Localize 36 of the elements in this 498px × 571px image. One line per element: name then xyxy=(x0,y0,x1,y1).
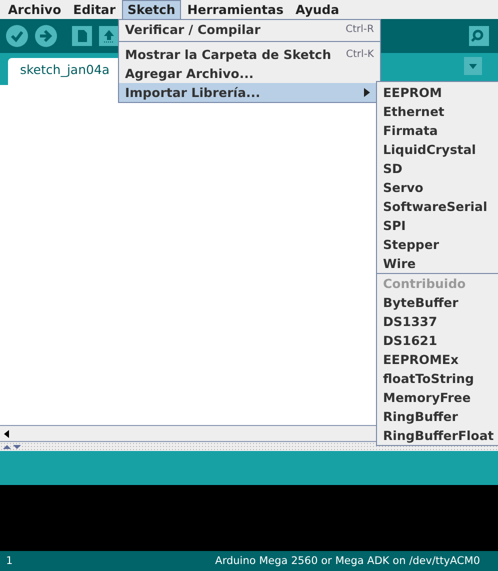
menu-item[interactable]: Ethernet xyxy=(377,102,498,121)
menu-item[interactable]: Mostrar la Carpeta de Sketch Ctrl-K xyxy=(119,45,380,64)
menu-item[interactable]: Wire xyxy=(377,254,498,273)
verify-icon[interactable] xyxy=(6,25,28,47)
menu-item[interactable]: EEPROM xyxy=(377,83,498,102)
menu-item[interactable]: DS1337 xyxy=(377,312,498,331)
menu-item[interactable]: LiquidCrystal xyxy=(377,140,498,159)
menu-item[interactable]: EEPROMEx xyxy=(377,350,498,369)
menu-item[interactable]: Stepper xyxy=(377,235,498,254)
tab-menu-icon[interactable] xyxy=(464,57,482,75)
menu-section-header: Contribuido xyxy=(382,275,467,293)
menu-item[interactable]: Herramientas xyxy=(181,0,290,20)
menu-item[interactable]: MemoryFree xyxy=(377,388,498,407)
splitter-arrows-icon[interactable] xyxy=(2,442,22,450)
menu-item[interactable]: Agregar Archivo... xyxy=(119,64,380,83)
menu-item[interactable]: Sketch xyxy=(122,0,182,20)
new-file-icon[interactable] xyxy=(72,26,92,46)
menu-item[interactable]: Archivo xyxy=(2,0,68,20)
menu-item[interactable]: floatToString xyxy=(377,369,498,388)
menu-item[interactable]: Ayuda xyxy=(290,0,346,20)
submenu-arrow-icon xyxy=(364,88,370,97)
menu-item[interactable]: Editar xyxy=(67,0,122,20)
menu-item[interactable]: RingBuffer xyxy=(377,407,498,426)
board-port-label: Arduino Mega 2560 or Mega ADK on /dev/ttyACM0 xyxy=(215,555,480,567)
menu-item[interactable]: SPI xyxy=(377,216,498,235)
line-number: 1 xyxy=(6,555,13,567)
menu-item[interactable]: ByteBuffer xyxy=(377,293,498,312)
upload-icon[interactable] xyxy=(35,25,57,47)
menu-item[interactable]: Servo xyxy=(377,178,498,197)
menu-item[interactable]: RingBufferFloat xyxy=(377,426,498,445)
menu-item[interactable]: DS1621 xyxy=(377,331,498,350)
menu-item[interactable]: Firmata xyxy=(377,121,498,140)
serial-monitor-icon[interactable] xyxy=(469,26,489,46)
menu-item[interactable]: SoftwareSerial xyxy=(377,197,498,216)
menu-item[interactable]: SD xyxy=(377,159,498,178)
scroll-left-icon[interactable] xyxy=(3,428,11,440)
